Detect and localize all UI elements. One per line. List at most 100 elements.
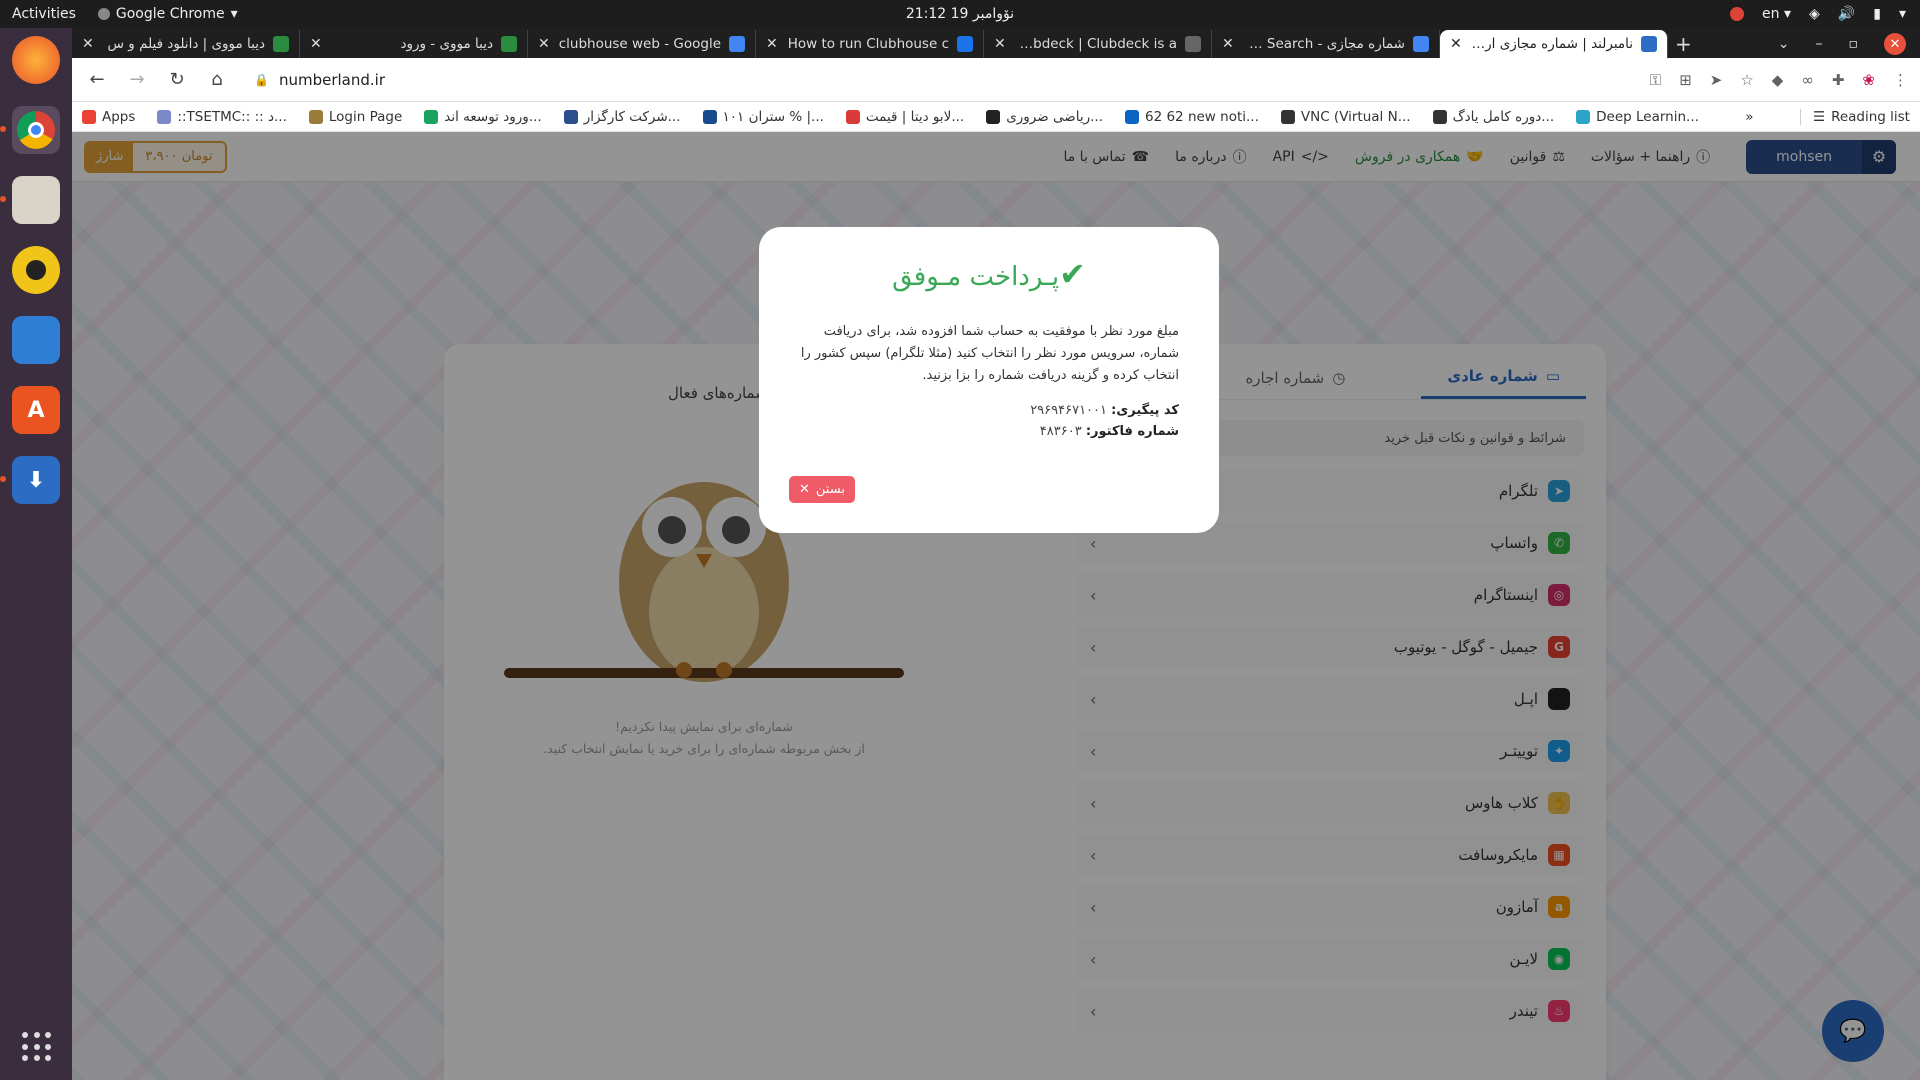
minimize-button[interactable]: – — [1816, 36, 1823, 52]
raspberry-extension-icon[interactable]: ❀ — [1862, 71, 1875, 89]
activities-button[interactable]: Activities — [12, 6, 76, 22]
new-tab-button[interactable]: + — [1675, 32, 1692, 56]
close-icon[interactable]: ✕ — [82, 36, 94, 52]
close-icon[interactable]: ✕ — [1222, 36, 1234, 52]
tab-search-icon[interactable]: ⌄ — [1778, 36, 1790, 52]
key-icon[interactable]: ⚿ — [1650, 71, 1661, 89]
chrome-indicator-icon[interactable] — [1730, 7, 1745, 21]
url-text: numberland.ir — [278, 70, 385, 89]
bookmark-favicon — [308, 109, 323, 124]
close-icon[interactable]: ✕ — [538, 36, 550, 52]
window-close-button[interactable]: ✕ — [1884, 33, 1906, 55]
close-icon[interactable]: ✕ — [310, 36, 322, 52]
chrome-dock-icon[interactable] — [0, 106, 60, 154]
chrome-tab-strip: دیبا مووی | دانلود فیلم و س ✕ دیبا مووی … — [72, 28, 1920, 58]
tab-virtual-number-search[interactable]: شماره مجازی - Google Search ✕ — [1212, 30, 1440, 58]
tab-clubhouse-search[interactable]: clubhouse web - Google ✕ — [528, 30, 756, 58]
close-icon[interactable]: ✕ — [1450, 36, 1462, 52]
bookmark-label: دوره کامل یادگ... — [1452, 108, 1555, 125]
rhythmbox-icon[interactable] — [12, 246, 60, 294]
dibamovie-favicon — [501, 36, 517, 52]
language-label: en — [1762, 6, 1780, 22]
tab-clubhouse-howto[interactable]: How to run Clubhouse c ✕ — [756, 30, 984, 58]
site-favicon — [957, 36, 973, 52]
lock-icon[interactable]: 🔒 — [254, 73, 269, 87]
bookmark-label: Login Page — [328, 108, 403, 125]
tracking-code-row: کد پیگیری: ۲۹۶۹۴۶۷۱۰۰۱ — [799, 403, 1179, 418]
system-menu-caret-icon[interactable]: ▾ — [1899, 6, 1906, 22]
close-icon[interactable]: ✕ — [766, 36, 778, 52]
close-button[interactable]: بستن ✕ — [789, 476, 855, 503]
bookmark-favicon — [702, 109, 717, 124]
bookmark-login-page[interactable]: Login Page — [308, 108, 403, 125]
bookmark-favicon — [986, 109, 1001, 124]
back-button[interactable]: ← — [84, 67, 110, 93]
bookmark-developer-login[interactable]: ورود توسعه اند... — [424, 109, 542, 125]
translate-icon[interactable]: ⊞ — [1679, 71, 1692, 89]
reading-list-button[interactable]: ☰ Reading list — [1799, 108, 1910, 125]
maximize-button[interactable]: ▫ — [1849, 36, 1859, 52]
writer-icon[interactable] — [12, 316, 60, 364]
bookmark-label: شرکت کارگزار... — [583, 108, 681, 125]
puzzle-icon[interactable]: ✚ — [1832, 71, 1845, 89]
tab-dibamovie-login[interactable]: دیبا مووی - ورود ✕ — [300, 30, 528, 58]
dibamovie-favicon — [273, 36, 289, 52]
close-button-label: بستن — [815, 482, 845, 497]
send-icon[interactable]: ➤ — [1710, 71, 1723, 89]
bookmark-math[interactable]: ریاضی ضروری... — [986, 109, 1103, 125]
invoice-number-label: شماره فاکتور: — [1085, 424, 1179, 439]
tracking-code-label: کد پیگیری: — [1111, 403, 1179, 418]
bookmark-tsetmc[interactable]: ::TSETMC:: :: د... — [157, 108, 287, 125]
apps-grid-icon — [82, 109, 96, 124]
clock[interactable]: نۆوامبر 19 21:12 — [906, 6, 1014, 22]
bookmark-broker[interactable]: شرکت کارگزار... — [563, 108, 681, 125]
menu-icon[interactable]: ⋮ — [1893, 71, 1908, 89]
tab-title: دیبا مووی | دانلود فیلم و س — [107, 36, 266, 52]
bookmark-label: VNC (Virtual N... — [1300, 108, 1411, 125]
bookmark-apps[interactable]: Apps — [82, 109, 135, 125]
show-applications-icon[interactable] — [22, 1032, 52, 1062]
installer-icon[interactable]: ⬇ — [0, 456, 60, 504]
bookmark-linkedin[interactable]: 62 62 new noti... — [1125, 109, 1259, 125]
tab-dibamovie[interactable]: دیبا مووی | دانلود فیلم و س ✕ — [72, 30, 300, 58]
bookmark-favicon — [1432, 109, 1447, 124]
vpn-extension-icon[interactable]: ∞ — [1801, 71, 1814, 89]
linkedin-icon — [1125, 109, 1139, 124]
forward-button[interactable]: → — [124, 67, 150, 93]
language-indicator[interactable]: en ▾ — [1762, 6, 1791, 22]
bookmark-label: ::TSETMC:: :: د... — [177, 108, 287, 125]
firefox-icon[interactable] — [12, 36, 60, 84]
bookmark-vnc[interactable]: VNC (Virtual N... — [1280, 108, 1411, 125]
tab-title: شماره مجازی - Google Search — [1241, 36, 1405, 52]
close-icon[interactable]: ✕ — [994, 36, 1006, 52]
bookmarks-bar: Apps ::TSETMC:: :: د... Login Page ورود … — [72, 102, 1920, 132]
bookmark-satran[interactable]: ستران ۱۰۱ % |... — [702, 108, 824, 125]
software-center-icon[interactable]: A — [12, 386, 60, 434]
reading-list-icon: ☰ — [1812, 108, 1826, 125]
browser-toolbar: ← → ↻ ⌂ 🔒 numberland.ir ⚿ ⊞ ➤ ☆ ◆ ∞ ✚ ❀ … — [72, 58, 1920, 102]
home-button[interactable]: ⌂ — [204, 67, 230, 93]
battery-icon[interactable]: ▮ — [1873, 6, 1881, 22]
reload-button[interactable]: ↻ — [164, 67, 190, 93]
more-bookmarks-icon[interactable]: » — [1745, 109, 1753, 125]
bookmark-favicon — [1576, 109, 1591, 124]
star-icon[interactable]: ☆ — [1740, 71, 1753, 89]
bookmark-label: لابو دیتا | قیمت... — [865, 108, 965, 125]
bookmark-deep-learning[interactable]: Deep Learnin... — [1576, 109, 1699, 125]
volume-icon[interactable]: 🔊 — [1838, 6, 1855, 22]
payment-success-modal: ✔پـرداخت مـوفق مبلغ مورد نظر با موفقیت ب… — [759, 227, 1219, 533]
bookmark-label: ستران ۱۰۱ % |... — [722, 108, 824, 125]
extension-icon[interactable]: ◆ — [1772, 71, 1784, 89]
network-icon[interactable]: ◈ — [1809, 6, 1820, 22]
caret-down-icon: ▾ — [230, 6, 238, 22]
clubdeck-favicon — [1185, 36, 1201, 52]
bookmark-course[interactable]: دوره کامل یادگ... — [1432, 108, 1555, 125]
app-menu-label: Google Chrome — [115, 6, 225, 22]
app-menu[interactable]: Google Chrome ▾ — [97, 6, 238, 22]
tab-numberland[interactable]: نامبرلند | شماره مجازی ارزان ✕ — [1440, 30, 1668, 58]
bookmark-labo-data[interactable]: لابو دیتا | قیمت... — [845, 108, 965, 125]
address-bar[interactable]: 🔒 numberland.ir — [244, 64, 1636, 96]
bookmark-label: 62 62 new noti... — [1145, 108, 1259, 125]
tab-clubdeck[interactable]: Clubdeck | Clubdeck is a ✕ — [984, 30, 1212, 58]
files-icon[interactable] — [0, 176, 60, 224]
